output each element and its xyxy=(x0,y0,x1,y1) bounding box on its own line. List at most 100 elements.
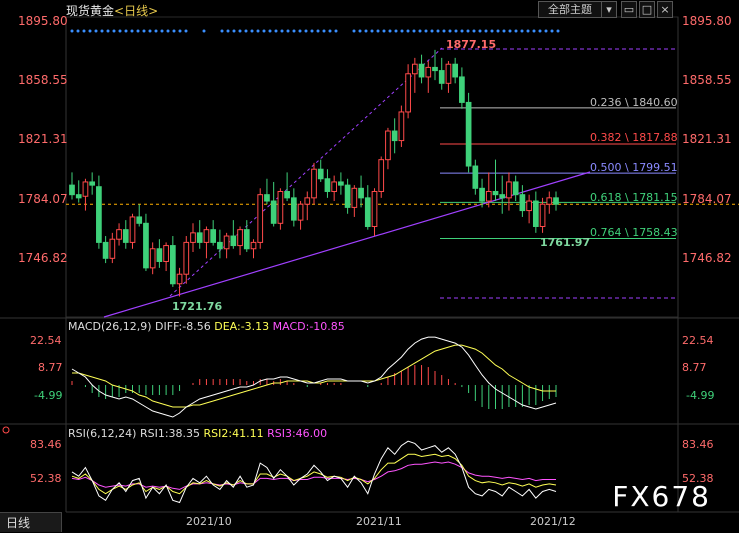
event-dot xyxy=(364,29,368,33)
candle-up xyxy=(445,63,452,84)
candle-up xyxy=(250,241,257,250)
event-dot xyxy=(418,29,422,33)
event-dot xyxy=(100,29,104,33)
candle-up xyxy=(109,238,116,259)
event-dot xyxy=(286,29,290,33)
candle-down xyxy=(324,178,331,192)
candle-down xyxy=(156,248,163,262)
event-dot xyxy=(148,29,152,33)
event-dot xyxy=(184,29,188,33)
candle-up xyxy=(82,181,89,197)
macd-dea-label: DEA:-3.13 xyxy=(214,320,270,333)
candle-down xyxy=(89,181,96,186)
price-tick-left: 1858.55 xyxy=(18,73,68,87)
price-tick-right: 1895.80 xyxy=(682,14,732,28)
event-dot xyxy=(112,29,116,33)
candle-up xyxy=(257,194,264,243)
event-dot xyxy=(268,29,272,33)
event-dot xyxy=(328,29,332,33)
price-tick-right: 1746.82 xyxy=(682,251,732,265)
price-tick-left: 1821.31 xyxy=(18,132,68,146)
candle-up xyxy=(163,245,169,262)
event-dot xyxy=(322,29,326,33)
close-icon: × xyxy=(660,3,670,16)
rsi3-label: RSI3:46.00 xyxy=(267,427,328,440)
candle-up xyxy=(277,190,284,224)
event-dot xyxy=(448,29,452,33)
candle-down xyxy=(284,190,290,199)
maximize-button[interactable]: □ xyxy=(639,1,655,18)
watermark-logo: FX678 xyxy=(612,480,711,513)
candle-down xyxy=(75,194,82,199)
period-tab-label: 日线 xyxy=(6,516,31,530)
macd-tick-left: 22.54 xyxy=(30,334,62,347)
event-dot xyxy=(160,29,164,33)
time-label: 2021/11 xyxy=(356,515,402,528)
candle-down xyxy=(102,241,109,259)
price-tick-right: 1821.31 xyxy=(682,132,732,146)
rally-trend-line xyxy=(169,47,443,297)
event-dot xyxy=(124,29,128,33)
candle-down xyxy=(136,216,143,224)
rsi1-label: RSI1:38.35 xyxy=(139,427,201,440)
event-dot xyxy=(490,29,494,33)
candle-up xyxy=(398,111,405,142)
restore-button[interactable]: ▭ xyxy=(621,1,637,18)
maximize-icon: □ xyxy=(641,3,653,16)
period-tab[interactable]: 日线 xyxy=(0,512,62,532)
event-dot xyxy=(478,29,482,33)
event-dot xyxy=(316,29,320,33)
period-selector[interactable]: <日线> xyxy=(114,4,158,18)
candle-down xyxy=(243,229,250,250)
event-dot xyxy=(496,29,500,33)
macd-tick-left: -4.99 xyxy=(34,389,62,402)
dropdown-button[interactable]: ▾ xyxy=(601,1,617,18)
fib-label-0382: 0.382 \ 1817.88 xyxy=(590,131,678,144)
event-dot xyxy=(460,29,464,33)
chevron-down-icon: ▾ xyxy=(606,3,612,16)
macd-panel xyxy=(71,336,557,418)
candle-down xyxy=(290,197,297,221)
candle-down xyxy=(122,229,129,243)
candle-down xyxy=(264,194,270,202)
candle-down xyxy=(143,222,149,269)
price-tick-left: 1895.80 xyxy=(18,14,68,28)
event-dot xyxy=(172,29,176,33)
instrument-title: 现货黄金<日线> xyxy=(66,2,158,19)
event-dot xyxy=(298,29,302,33)
candle-down xyxy=(532,200,539,227)
candle-up xyxy=(405,73,411,113)
candle-up xyxy=(223,235,230,250)
event-dot xyxy=(430,29,434,33)
macd-diff-label: DIFF:-8.56 xyxy=(155,320,211,333)
candle-up xyxy=(425,66,432,78)
event-dot xyxy=(244,29,248,33)
candle-down xyxy=(391,130,398,142)
event-dot xyxy=(466,29,470,33)
candle-down xyxy=(499,194,506,199)
candle-up xyxy=(149,248,156,269)
event-dot xyxy=(262,29,266,33)
event-dot xyxy=(142,29,146,33)
event-dot xyxy=(232,29,236,33)
event-dot xyxy=(550,29,554,33)
macd-tick-left: 8.77 xyxy=(38,361,63,374)
rsi2-label: RSI2:41.11 xyxy=(203,427,264,440)
candle-up xyxy=(351,187,358,208)
event-dot xyxy=(538,29,542,33)
candle-down xyxy=(459,76,465,103)
candle-down xyxy=(96,186,102,243)
overview-button[interactable]: 全部主题 xyxy=(538,1,602,18)
event-dot xyxy=(202,29,206,33)
candle-up xyxy=(176,273,183,285)
event-dot xyxy=(532,29,536,33)
candle-up xyxy=(297,203,304,221)
event-dot xyxy=(334,29,338,33)
candle-up xyxy=(506,181,512,199)
event-dot xyxy=(520,29,524,33)
candle-up xyxy=(203,229,210,243)
event-dot xyxy=(238,29,242,33)
event-dot xyxy=(370,29,374,33)
candle-up xyxy=(526,200,532,212)
close-button[interactable]: × xyxy=(657,1,673,18)
